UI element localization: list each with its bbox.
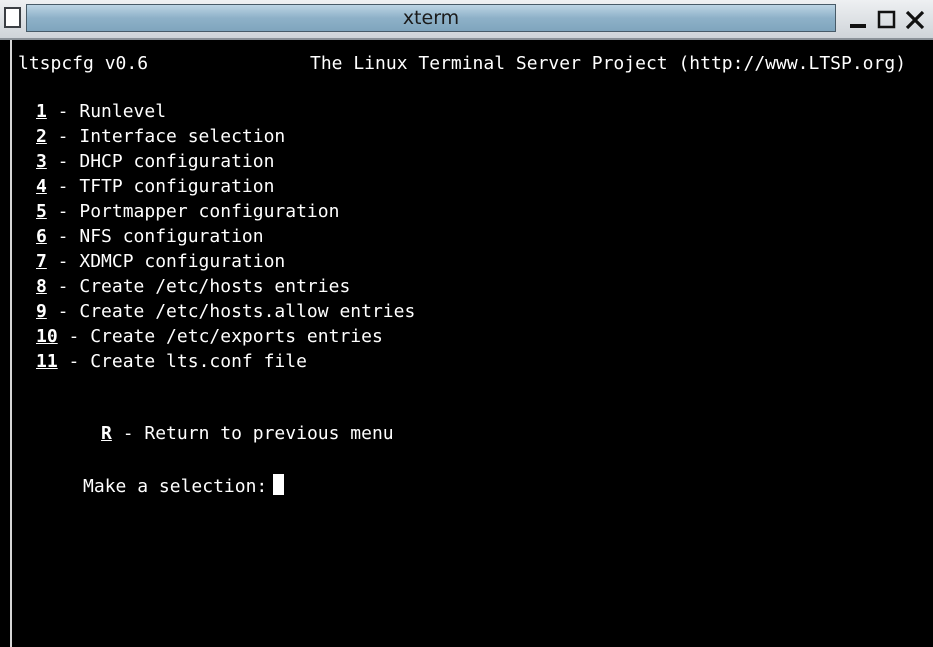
option-text: - TFTP configuration [46,176,275,197]
close-button[interactable] [903,6,933,32]
menu-option-1[interactable]: 1 - Runlevel [36,101,166,123]
option-key: 10 [36,326,58,347]
menu-option-5[interactable]: 5 - Portmapper configuration [36,201,339,223]
text-cursor [273,474,285,495]
option-key: 11 [36,351,58,372]
option-text: - XDMCP configuration [46,251,286,272]
option-text: - Create /etc/hosts.allow entries [46,301,416,322]
option-text: - Create /etc/hosts entries [46,276,351,297]
menu-option-2[interactable]: 2 - Interface selection [36,126,285,148]
return-option[interactable]: R - Return to previous menu [36,401,394,444]
window-title: xterm [402,7,460,29]
program-version: ltspcfg v0.6 [18,53,149,74]
option-key: 8 [36,276,47,297]
option-text: - Return to previous menu [111,423,394,444]
minimize-icon [850,24,866,28]
prompt-text: Make a selection: [83,476,268,497]
option-key: 6 [36,226,47,247]
minimize-button[interactable] [843,6,873,32]
menu-option-8[interactable]: 8 - Create /etc/hosts entries [36,276,350,298]
option-text: - Portmapper configuration [46,201,340,222]
menu-option-11[interactable]: 11 - Create lts.conf file [36,351,307,373]
menu-option-6[interactable]: 6 - NFS configuration [36,226,264,248]
project-banner: The Linux Terminal Server Project (http:… [310,53,907,74]
option-key: 3 [36,151,47,172]
option-key: 9 [36,301,47,322]
option-text: - Interface selection [46,126,286,147]
option-text: - Runlevel [46,101,167,122]
xterm-window: xterm ltspcfg v0.6 The Linux Terminal Se… [0,0,933,647]
menu-option-4[interactable]: 4 - TFTP configuration [36,176,274,198]
option-key: 5 [36,201,47,222]
terminal-area[interactable]: ltspcfg v0.6 The Linux Terminal Server P… [10,40,933,647]
option-text: - DHCP configuration [46,151,275,172]
window-menu-icon[interactable] [4,7,21,28]
menu-option-9[interactable]: 9 - Create /etc/hosts.allow entries [36,301,415,323]
option-text: - NFS configuration [46,226,264,247]
option-key: 2 [36,126,47,147]
menu-option-7[interactable]: 7 - XDMCP configuration [36,251,285,273]
option-key: 7 [36,251,47,272]
title-bar[interactable]: xterm [0,0,933,40]
option-text: - Create /etc/exports entries [57,326,383,347]
option-key: 4 [36,176,47,197]
option-key: R [101,423,112,444]
close-icon [905,10,925,30]
maximize-button[interactable] [872,6,902,32]
selection-prompt[interactable]: Make a selection: [18,452,285,497]
menu-option-3[interactable]: 3 - DHCP configuration [36,151,274,173]
option-key: 1 [36,101,47,122]
menu-option-10[interactable]: 10 - Create /etc/exports entries [36,326,383,348]
title-field[interactable]: xterm [26,4,836,32]
maximize-icon [877,10,896,29]
option-text: - Create lts.conf file [57,351,307,372]
